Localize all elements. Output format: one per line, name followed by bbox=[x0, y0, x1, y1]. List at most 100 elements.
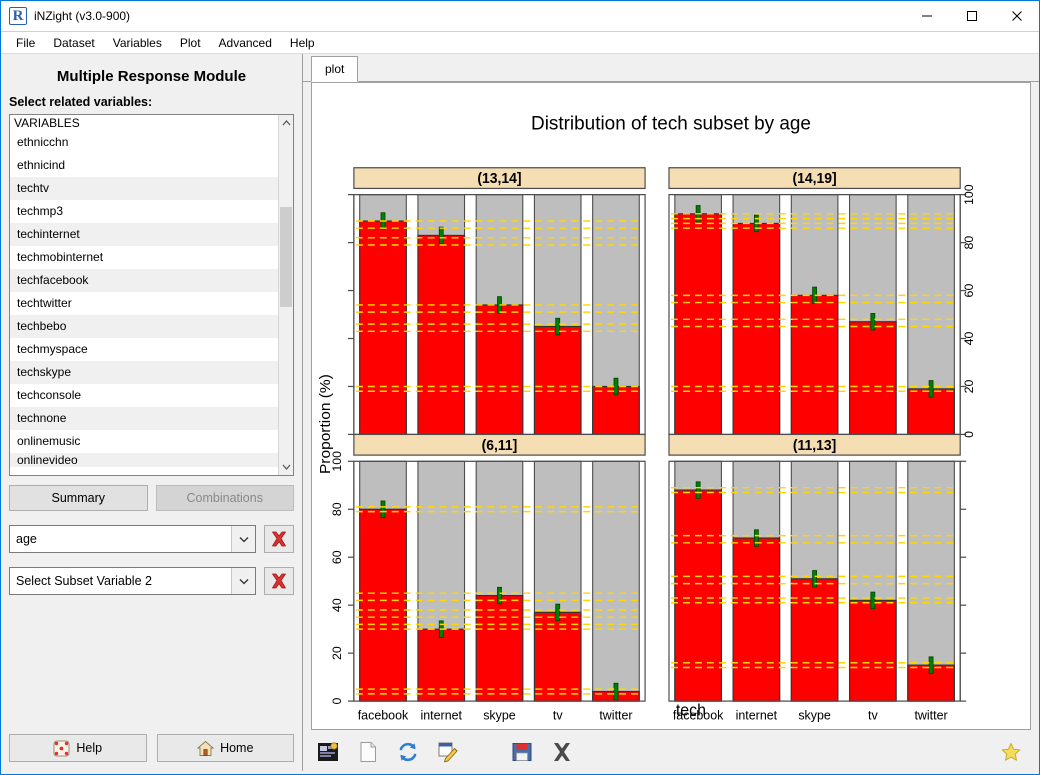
bar-group[interactable] bbox=[476, 195, 523, 435]
bar-group[interactable] bbox=[850, 461, 897, 701]
action-button-row: Summary Combinations bbox=[9, 485, 294, 511]
confidence-marker bbox=[929, 657, 933, 674]
save-plot-icon[interactable] bbox=[511, 741, 533, 763]
plot-canvas[interactable]: Distribution of tech subset by agePropor… bbox=[311, 82, 1031, 730]
subset-variable-2-select[interactable]: Select Subset Variable 2 bbox=[9, 567, 256, 595]
y-tick-label: 80 bbox=[962, 235, 976, 249]
subset-variable-1-row: age bbox=[9, 525, 294, 553]
subset-variable-1-value: age bbox=[10, 532, 231, 546]
menu-file[interactable]: File bbox=[7, 33, 44, 53]
list-item[interactable]: techmp3 bbox=[10, 200, 293, 223]
confidence-marker bbox=[614, 683, 618, 700]
bar-group[interactable] bbox=[850, 195, 897, 435]
bar-value bbox=[675, 490, 722, 701]
confidence-marker bbox=[871, 592, 875, 609]
list-item[interactable]: techbebo bbox=[10, 315, 293, 338]
help-icon bbox=[53, 740, 70, 757]
bar-group[interactable] bbox=[360, 195, 407, 435]
bar-value bbox=[534, 612, 581, 701]
close-button[interactable] bbox=[994, 1, 1039, 31]
menu-help[interactable]: Help bbox=[281, 33, 324, 53]
list-item[interactable]: technone bbox=[10, 407, 293, 430]
chart-panel: (11,13]facebookinternetskypetvtwitter bbox=[669, 434, 966, 722]
list-item[interactable]: techconsole bbox=[10, 384, 293, 407]
list-item[interactable]: techmyspace bbox=[10, 338, 293, 361]
list-item[interactable]: ethnicind bbox=[10, 154, 293, 177]
list-item[interactable]: ethnicchn bbox=[10, 131, 293, 154]
bar-group[interactable] bbox=[908, 195, 955, 435]
confidence-marker bbox=[556, 318, 560, 335]
refresh-icon[interactable] bbox=[397, 741, 419, 763]
bar-group[interactable] bbox=[593, 461, 640, 701]
bar-value bbox=[418, 629, 465, 701]
bar-group[interactable] bbox=[791, 195, 838, 435]
y-tick-label: 100 bbox=[962, 184, 976, 205]
bar-group[interactable] bbox=[593, 195, 640, 435]
confidence-marker bbox=[929, 381, 933, 398]
menu-advanced[interactable]: Advanced bbox=[210, 33, 281, 53]
tab-strip: plot bbox=[303, 54, 1039, 82]
bar-group[interactable] bbox=[675, 195, 722, 435]
confidence-marker bbox=[871, 313, 875, 330]
list-item[interactable]: onlinevideo bbox=[10, 453, 293, 467]
bar-group[interactable] bbox=[360, 461, 407, 701]
scroll-track[interactable] bbox=[279, 131, 294, 459]
inzight-window: R iNZight (v3.0-900) File Dataset Variab… bbox=[0, 0, 1040, 775]
list-item[interactable]: techtwitter bbox=[10, 292, 293, 315]
clear-subset-1-button[interactable] bbox=[264, 525, 294, 553]
x-tick-label: twitter bbox=[914, 709, 948, 723]
tab-plot[interactable]: plot bbox=[311, 56, 358, 82]
favorite-star-icon[interactable] bbox=[1001, 742, 1021, 762]
bar-group[interactable] bbox=[733, 195, 780, 435]
chart-panel: (13,14] bbox=[348, 168, 645, 435]
x-tick-label: internet bbox=[420, 709, 462, 723]
menu-plot[interactable]: Plot bbox=[171, 33, 210, 53]
bar-group[interactable] bbox=[418, 461, 465, 701]
edit-plot-icon[interactable] bbox=[437, 741, 459, 763]
subset-variable-1-select[interactable]: age bbox=[9, 525, 256, 553]
menu-dataset[interactable]: Dataset bbox=[44, 33, 103, 53]
list-item[interactable]: techfacebook bbox=[10, 269, 293, 292]
chevron-down-icon[interactable] bbox=[279, 459, 294, 475]
x-tick-label: facebook bbox=[358, 709, 409, 723]
variables-listbox[interactable]: VARIABLES ethnicchn ethnicind techtv tec… bbox=[9, 114, 294, 476]
list-item[interactable]: techtv bbox=[10, 177, 293, 200]
maximize-button[interactable] bbox=[949, 1, 994, 31]
bar-group[interactable] bbox=[534, 461, 581, 701]
bar-remainder bbox=[593, 461, 640, 701]
chevron-up-icon[interactable] bbox=[279, 115, 294, 131]
menu-variables[interactable]: Variables bbox=[104, 33, 171, 53]
import-data-icon[interactable] bbox=[317, 741, 339, 763]
confidence-marker bbox=[614, 378, 618, 395]
bar-group[interactable] bbox=[791, 461, 838, 701]
bar-group[interactable] bbox=[908, 461, 955, 701]
scroll-thumb[interactable] bbox=[280, 207, 292, 307]
distribution-chart: Distribution of tech subset by agePropor… bbox=[312, 83, 1030, 729]
variables-list: VARIABLES ethnicchn ethnicind techtv tec… bbox=[10, 115, 293, 475]
bar-value bbox=[791, 579, 838, 701]
chart-title: Distribution of tech subset by age bbox=[531, 113, 811, 134]
help-button[interactable]: Help bbox=[9, 734, 147, 762]
bar-group[interactable] bbox=[675, 461, 722, 701]
bar-group[interactable] bbox=[534, 195, 581, 435]
bar-group[interactable] bbox=[476, 461, 523, 701]
list-item[interactable]: techskype bbox=[10, 361, 293, 384]
close-plot-icon[interactable] bbox=[551, 741, 573, 763]
clear-subset-2-button[interactable] bbox=[264, 567, 294, 595]
variables-scrollbar[interactable] bbox=[278, 115, 293, 475]
new-document-icon[interactable] bbox=[357, 741, 379, 763]
minimize-button[interactable] bbox=[904, 1, 949, 31]
home-button[interactable]: Home bbox=[157, 734, 295, 762]
summary-button[interactable]: Summary bbox=[9, 485, 148, 511]
bar-value bbox=[476, 596, 523, 702]
bar-group[interactable] bbox=[418, 195, 465, 435]
chevron-down-icon[interactable] bbox=[231, 526, 255, 552]
combinations-button[interactable]: Combinations bbox=[156, 485, 295, 511]
chevron-down-icon[interactable] bbox=[231, 568, 255, 594]
list-item[interactable]: techinternet bbox=[10, 223, 293, 246]
page-title: Multiple Response Module bbox=[9, 54, 294, 95]
bar-group[interactable] bbox=[733, 461, 780, 701]
confidence-marker bbox=[381, 501, 385, 518]
list-item[interactable]: onlinemusic bbox=[10, 430, 293, 453]
list-item[interactable]: techmobinternet bbox=[10, 246, 293, 269]
